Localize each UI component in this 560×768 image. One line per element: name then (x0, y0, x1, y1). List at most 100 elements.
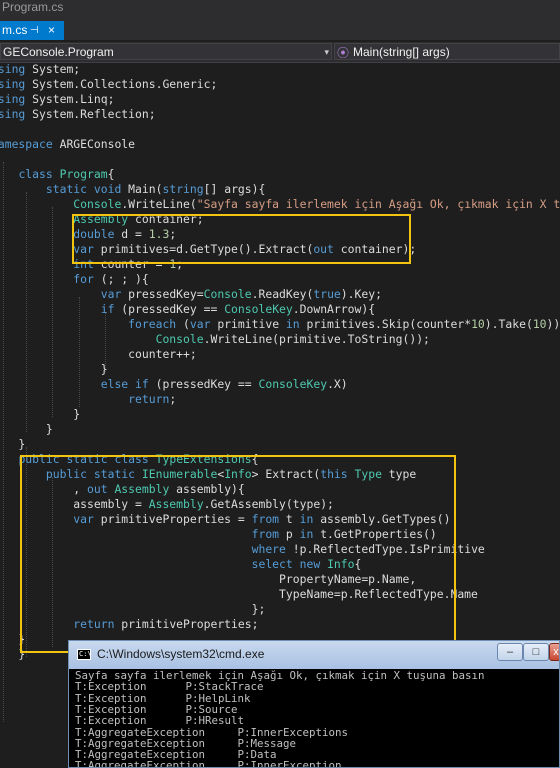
code-token: pressedKey= (121, 287, 204, 301)
console-line: T:Exception P:StackTrace (75, 680, 264, 694)
code-line: static void Main(string[] args){ (0, 182, 266, 197)
code-token: static (45, 182, 88, 196)
code-line: using System.Linq; (0, 92, 114, 107)
pin-icon[interactable]: ⊣ (30, 21, 39, 40)
code-token: } (45, 422, 53, 436)
code-token: (; ; ){ (93, 272, 149, 286)
code-token: { (107, 167, 115, 181)
code-token: primitive (210, 317, 286, 331)
code-line: counter++; (0, 347, 197, 362)
code-line: namespace ARGEConsole (0, 137, 135, 152)
code-token: primitives.Skip(counter* (299, 317, 472, 331)
window-title: Program.cs (2, 0, 64, 14)
code-token: System.Linq; (25, 92, 115, 106)
console-window[interactable]: C:\ C:\Windows\system32\cmd.exe – □ x Sa… (68, 640, 560, 768)
chevron-down-icon: ▾ (324, 47, 329, 57)
code-token: "Sayfa sayfa ilerlemek için Aşağı Ok, çı… (196, 197, 560, 211)
code-token: Console (203, 287, 252, 301)
code-token: System; (25, 62, 81, 76)
code-token: Console (73, 197, 122, 211)
console-line: T:AggregateException P:InnerException (75, 759, 342, 768)
code-token: counter++; (0, 347, 197, 361)
code-token: namespace (0, 137, 53, 151)
close-tab-icon[interactable]: × (48, 21, 55, 40)
navigation-bar: GEConsole.Program ▾ ⦿ Main(string[] args… (0, 42, 560, 63)
code-token: ( (176, 317, 190, 331)
member-dropdown-label: Main(string[] args) (353, 45, 450, 59)
code-token: 10 (532, 317, 547, 331)
code-line: using System.Reflection; (0, 107, 156, 122)
code-token: .X) (327, 377, 348, 391)
code-line: foreach (var primitive in primitives.Ski… (0, 317, 560, 332)
code-line: for (; ; ){ (0, 272, 149, 287)
code-token: ConsoleKey (258, 377, 328, 391)
code-token: void (93, 182, 122, 196)
code-token: Console (155, 332, 204, 346)
code-token: } (73, 407, 81, 421)
code-token: Main( (121, 182, 163, 196)
code-line: using System; (0, 62, 80, 77)
code-line: class Program{ (0, 167, 114, 182)
code-token: string (162, 182, 204, 196)
code-line: else if (pressedKey == ConsoleKey.X) (0, 377, 348, 392)
code-token: (pressedKey == (114, 302, 225, 316)
code-token: in (285, 317, 300, 331)
highlight-box-extensions (20, 455, 456, 653)
code-token: foreach (128, 317, 177, 331)
maximize-button[interactable]: □ (523, 643, 549, 661)
code-token: ARGEConsole (52, 137, 136, 151)
code-token: true (313, 287, 341, 301)
code-token: using (0, 77, 26, 91)
code-token: System.Collections.Generic; (25, 77, 218, 91)
code-token: using (0, 62, 26, 76)
code-token: .WriteLine(primitive.ToString()); (203, 332, 430, 346)
close-button[interactable]: x (549, 643, 559, 661)
type-dropdown[interactable]: GEConsole.Program ▾ (0, 43, 332, 60)
code-line: } (0, 422, 53, 437)
code-token: var (100, 287, 122, 301)
code-token: )) (546, 317, 560, 331)
code-token: ConsoleKey (224, 302, 293, 316)
type-dropdown-label: GEConsole.Program (3, 45, 114, 59)
tab-program-cs[interactable]: m.cs ⊣ × (0, 21, 64, 40)
window-title-bar: Program.cs (0, 0, 560, 16)
code-token: using (0, 107, 26, 121)
code-token: 10 (471, 317, 485, 331)
code-token: Program (59, 167, 108, 181)
code-token: [] args){ (203, 182, 266, 196)
code-token: } (18, 437, 26, 451)
minimize-button[interactable]: – (497, 643, 523, 661)
code-token: } (0, 362, 108, 376)
code-line: } (0, 437, 25, 452)
console-title-bar[interactable]: C:\ C:\Windows\system32\cmd.exe – □ x (69, 641, 559, 669)
console-line: T:AggregateException P:InnerExceptions (75, 725, 349, 739)
code-token: class (18, 167, 53, 181)
code-token: for (73, 272, 94, 286)
code-token: if (135, 377, 149, 391)
code-token: else (100, 377, 129, 391)
member-dropdown[interactable]: ⦿ Main(string[] args) (334, 43, 560, 60)
code-line: using System.Collections.Generic; (0, 77, 217, 92)
code-token: .WriteLine( (121, 197, 197, 211)
code-token: .ReadKey( (251, 287, 314, 301)
method-icon: ⦿ (337, 46, 350, 60)
document-tab-bar: m.cs ⊣ × (0, 16, 560, 40)
console-title: C:\Windows\system32\cmd.exe (97, 647, 265, 661)
code-line: var pressedKey=Console.ReadKey(true).Key… (0, 287, 382, 302)
code-line: Console.WriteLine("Sayfa sayfa ilerlemek… (0, 197, 560, 212)
